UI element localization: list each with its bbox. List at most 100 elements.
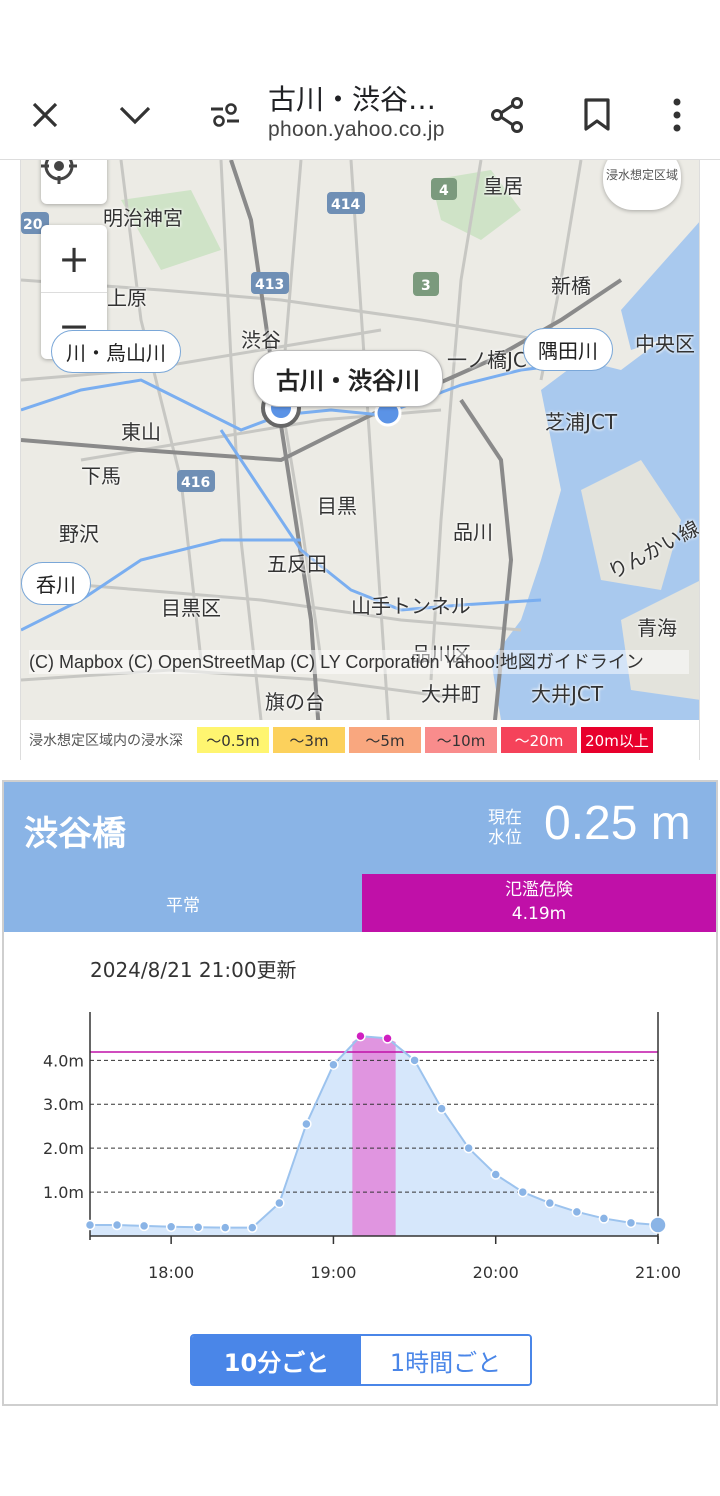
water-level-panel: 渋谷橋 現在水位 0.25 m 平常 氾濫危険 4.19m 2024/8/21 … — [2, 780, 718, 1406]
panel-header: 渋谷橋 現在水位 0.25 m — [4, 782, 716, 874]
data-point — [301, 1118, 312, 1130]
data-point — [463, 1142, 474, 1154]
data-point — [571, 1206, 583, 1218]
bookmark-icon[interactable] — [570, 88, 624, 142]
browser-toolbar: 古川・渋谷… phoon.yahoo.co.jp — [0, 70, 720, 160]
data-point — [355, 1030, 366, 1042]
map-credit: (C) Mapbox (C) OpenStreetMap (C) LY Corp… — [29, 650, 689, 674]
data-point — [625, 1217, 637, 1229]
legend-item: ～5m — [349, 727, 421, 753]
chevron-down-icon[interactable] — [108, 88, 162, 142]
legend-item: ～3m — [273, 727, 345, 753]
map-label: 明治神宮 — [103, 206, 183, 230]
map-label: 山手トンネル — [351, 594, 471, 618]
svg-text:4: 4 — [439, 183, 449, 199]
data-point — [328, 1059, 339, 1070]
danger-area — [352, 1036, 396, 1236]
map-label: 目黒区 — [161, 596, 221, 620]
svg-text:414: 414 — [331, 197, 360, 213]
more-menu-icon[interactable] — [650, 88, 704, 142]
map-label: 新橋 — [551, 274, 591, 298]
data-point — [165, 1221, 177, 1233]
legend-item: ～0.5m — [197, 727, 269, 753]
map-label: 大井町 — [421, 682, 481, 706]
status-bar — [0, 0, 720, 70]
data-point — [138, 1220, 150, 1232]
data-point — [84, 1219, 96, 1231]
data-point — [436, 1103, 447, 1114]
map-label: 五反田 — [267, 552, 327, 576]
map-label: 中央区 — [635, 332, 695, 356]
river-bubble-karasuyama[interactable]: 川・烏山川 — [51, 330, 181, 373]
crosshair-icon — [41, 160, 77, 184]
level-danger-value: 4.19m — [511, 904, 567, 924]
updated-time: 2024/8/21 21:00更新 — [90, 958, 297, 982]
river-bubble-furukawa[interactable]: 古川・渋谷川 — [253, 350, 443, 407]
zoom-in-button[interactable]: + — [41, 225, 107, 292]
flood-map[interactable]: 4 414 413 3 416 20 + − 浸水想定区域 明治神宮 皇居 上原… — [20, 160, 700, 760]
data-point — [382, 1033, 393, 1044]
map-label: 東山 — [121, 420, 161, 444]
map-label: 皇居 — [483, 174, 523, 198]
data-point — [409, 1055, 420, 1066]
map-label: 下馬 — [81, 464, 121, 488]
river-bubble-nomigawa[interactable]: 呑川 — [21, 562, 91, 605]
station-name: 渋谷橋 — [24, 814, 126, 854]
current-level-label: 現在水位 — [488, 808, 522, 848]
interval-toggle: 10分ごと 1時間ごと — [190, 1334, 532, 1386]
data-point — [544, 1197, 556, 1209]
map-label: 青海 — [637, 616, 677, 640]
map-label: 旗の台 — [265, 690, 325, 714]
tab-10min[interactable]: 10分ごと — [192, 1336, 361, 1384]
map-label: 野沢 — [59, 522, 99, 546]
data-point — [517, 1186, 529, 1198]
data-point — [598, 1213, 610, 1224]
map-label: 大井JCT — [531, 682, 604, 706]
level-danger-label: 氾濫危険 — [505, 880, 573, 900]
level-bar: 平常 氾濫危険 4.19m — [4, 874, 716, 932]
legend-item: 20m以上 — [581, 727, 653, 753]
legend-item: ～10m — [425, 727, 497, 753]
share-icon[interactable] — [480, 88, 534, 142]
svg-text:3: 3 — [421, 278, 431, 294]
x-tick-label: 18:00 — [148, 1263, 194, 1282]
page-url[interactable]: phoon.yahoo.co.jp — [268, 118, 445, 142]
locate-button[interactable] — [41, 160, 107, 204]
data-point — [247, 1222, 258, 1233]
data-point — [192, 1221, 204, 1233]
river-bubble-sumida[interactable]: 隅田川 — [523, 328, 613, 371]
close-icon[interactable] — [18, 88, 72, 142]
flood-area-button[interactable]: 浸水想定区域 — [603, 160, 681, 210]
y-tick-label: 2.0m — [43, 1139, 84, 1158]
map-label: 品川 — [453, 520, 493, 544]
map-label: 上原 — [107, 286, 147, 310]
legend-item: ～20m — [501, 727, 577, 753]
tab-hourly[interactable]: 1時間ごと — [361, 1336, 530, 1384]
water-level-chart: 1.0m 2.0m 3.0m 4.0m 18:00 19:00 20:00 21:00 — [43, 1012, 681, 1282]
level-danger: 氾濫危険 4.19m — [362, 874, 716, 932]
x-tick-label: 21:00 — [635, 1263, 681, 1282]
flood-depth-legend: 浸水想定区域内の浸水深 ～0.5m ～3m ～5m ～10m ～20m 20m以上 — [21, 720, 699, 760]
svg-text:20: 20 — [23, 217, 43, 233]
legend-title: 浸水想定区域内の浸水深 — [29, 733, 183, 749]
svg-text:413: 413 — [255, 277, 284, 293]
y-tick-label: 4.0m — [43, 1051, 84, 1070]
level-normal: 平常 — [4, 874, 362, 932]
x-tick-label: 20:00 — [473, 1263, 519, 1282]
data-point — [274, 1197, 285, 1209]
x-tick-label: 19:00 — [310, 1263, 356, 1282]
page-title: 古川・渋谷… — [268, 83, 437, 116]
map-label: 目黒 — [317, 494, 357, 518]
data-point — [111, 1219, 123, 1231]
data-point — [649, 1216, 667, 1234]
y-tick-label: 3.0m — [43, 1095, 84, 1114]
svg-text:416: 416 — [181, 475, 210, 491]
data-point — [219, 1222, 231, 1233]
current-level-value: 0.25 m — [544, 797, 691, 850]
map-label: 渋谷 — [241, 328, 281, 352]
map-label: 一ノ橋JC — [447, 348, 527, 372]
y-tick-label: 1.0m — [43, 1183, 84, 1202]
map-label: 芝浦JCT — [545, 410, 618, 434]
data-point — [490, 1169, 501, 1180]
site-settings-icon[interactable] — [198, 88, 252, 142]
